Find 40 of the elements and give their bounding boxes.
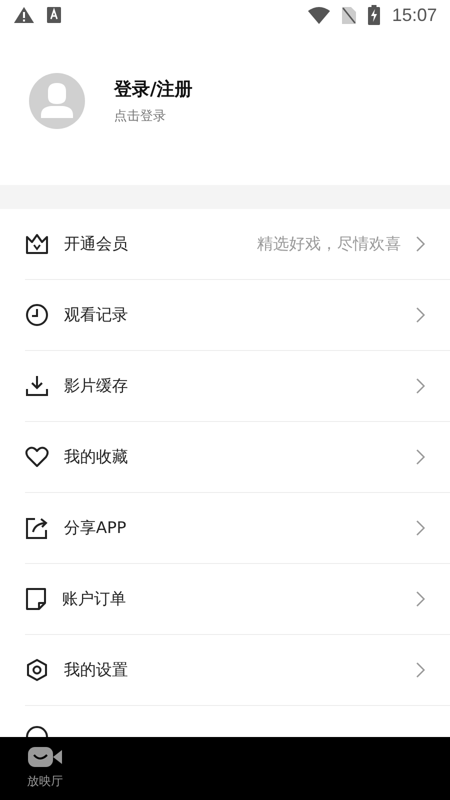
nav-tab[interactable]: 放映厅 (0, 747, 90, 790)
menu-item[interactable]: 我的设置 (25, 635, 450, 706)
menu-item[interactable]: 开通会员 精选好戏，尽情欢喜 (25, 209, 450, 280)
chevron-icon (416, 662, 425, 678)
menu-label: 影片缓存 (64, 376, 128, 396)
avatar-icon[interactable] (29, 72, 85, 128)
menu-item[interactable]: 我的收藏 (25, 422, 450, 493)
menu-item[interactable]: 影片缓存 (25, 351, 450, 422)
login-subtitle: 点击登录 (114, 108, 167, 124)
crown-icon (25, 233, 49, 255)
battery-icon (368, 5, 380, 25)
login-title[interactable]: 登录/注册 (114, 76, 193, 100)
no-sim-icon (342, 6, 356, 24)
menu-hint: 精选好戏，尽情欢喜 (257, 234, 401, 254)
keyboard-icon (47, 7, 61, 23)
menu-label: 账户订单 (62, 588, 126, 610)
menu-label: 我的收藏 (64, 446, 128, 468)
chevron-icon (416, 520, 425, 536)
wifi-icon (308, 6, 330, 24)
share-icon (25, 516, 49, 540)
clock-icon (25, 303, 49, 327)
settings-icon (25, 658, 49, 682)
chevron-icon (416, 591, 425, 607)
heart-icon (25, 446, 49, 468)
menu-item[interactable]: 账户订单 (25, 564, 450, 635)
chevron-icon (416, 236, 425, 252)
menu-label: 我的设置 (64, 660, 128, 680)
clock-time: 15:07 (392, 4, 437, 26)
chevron-icon (416, 378, 425, 394)
document-icon (25, 587, 47, 611)
warning-icon (13, 6, 35, 24)
menu-item[interactable]: 观看记录 (25, 280, 450, 351)
menu-label: 观看记录 (64, 304, 128, 326)
menu-item[interactable]: 分享APP (25, 493, 450, 564)
menu-label: 开通会员 (64, 234, 128, 254)
video-camera-icon (28, 747, 62, 767)
menu-label: 分享APP (64, 518, 126, 538)
chevron-icon (416, 449, 425, 465)
chevron-icon (416, 307, 425, 323)
download-icon (25, 375, 49, 397)
